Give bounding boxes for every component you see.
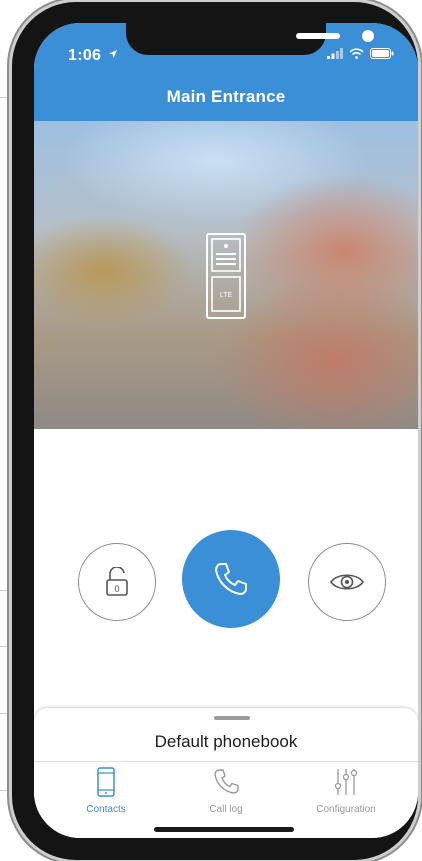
battery-icon [370, 48, 394, 59]
status-time: 1:06 [68, 47, 118, 65]
tab-contacts[interactable]: Contacts [46, 767, 166, 815]
tab-label: Call log [209, 804, 243, 815]
phone-icon [214, 769, 239, 794]
app-screen: 1:06 Main Entrance LTE 0 Default phonebo… [34, 23, 418, 838]
status-icons [327, 48, 394, 59]
tab-call-log[interactable]: Call log [166, 767, 286, 815]
camera-feed[interactable]: LTE [34, 121, 418, 429]
signal-icon [327, 48, 343, 59]
home-indicator[interactable] [154, 827, 294, 832]
eye-icon [330, 574, 364, 590]
call-button[interactable] [182, 530, 280, 628]
phone-frame: 1:06 Main Entrance LTE 0 Default phonebo… [12, 2, 418, 860]
tab-label: Configuration [316, 804, 376, 815]
phonebook-title: Default phonebook [154, 732, 298, 751]
front-camera [362, 30, 374, 42]
unlock-button[interactable]: 0 [78, 543, 156, 621]
sliders-icon [334, 769, 358, 795]
intercom-device-icon: LTE [206, 233, 246, 319]
smartphone-icon [97, 767, 115, 797]
wifi-icon [349, 48, 364, 59]
unlock-icon: 0 [106, 567, 128, 596]
tab-label: Contacts [86, 804, 126, 815]
status-bar: 1:06 [34, 23, 418, 73]
speaker-grille [296, 33, 340, 39]
view-button[interactable] [308, 543, 386, 621]
device-notch [126, 23, 374, 55]
drag-handle[interactable] [214, 716, 250, 720]
page-title: Main Entrance [34, 73, 418, 121]
action-controls: 0 [34, 530, 418, 633]
phone-icon [215, 563, 247, 595]
location-arrow-icon [108, 50, 117, 58]
svg-text:0: 0 [114, 584, 119, 594]
tab-configuration[interactable]: Configuration [286, 767, 406, 815]
device-label: LTE [220, 292, 233, 299]
